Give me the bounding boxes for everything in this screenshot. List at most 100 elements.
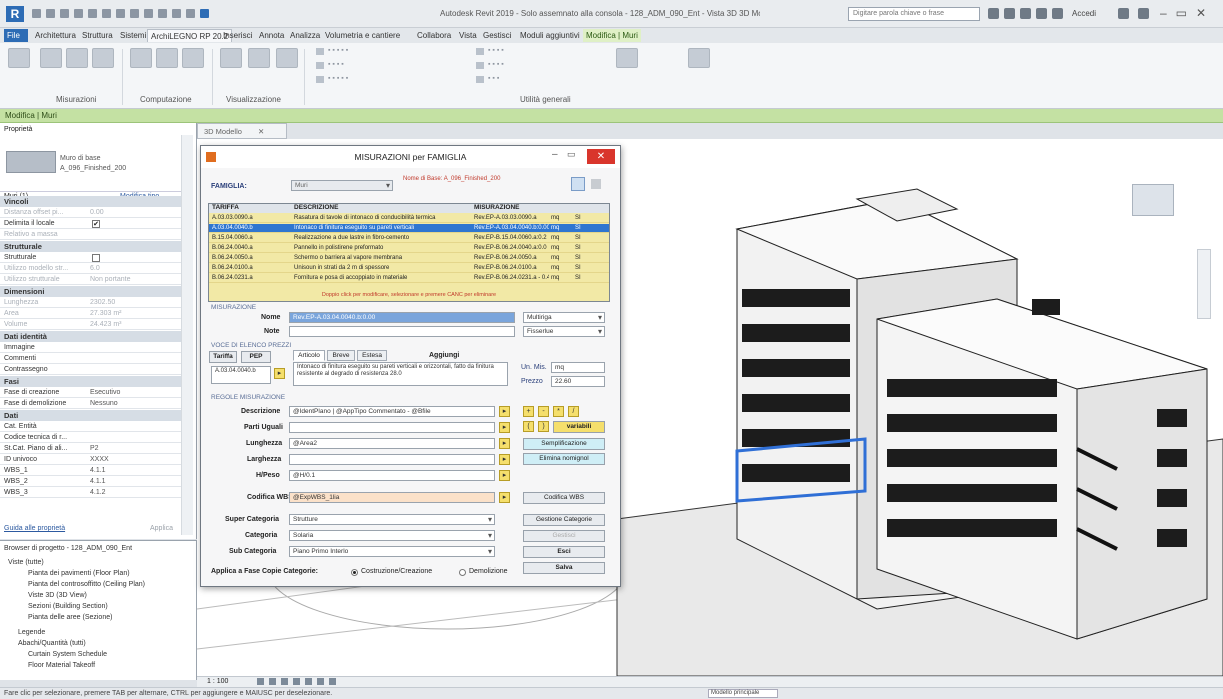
note-field[interactable] bbox=[289, 326, 515, 337]
salva-button[interactable]: Salva bbox=[523, 562, 605, 574]
tab-annota[interactable]: Annota bbox=[256, 29, 287, 42]
table-row[interactable]: B.06.24.0040.a Pannello in polistirene pr… bbox=[209, 244, 609, 253]
view-tab[interactable]: 3D Modello ✕ bbox=[197, 123, 287, 139]
cart-icon[interactable] bbox=[1118, 8, 1129, 19]
browser-item[interactable]: Abachi/Quantità (tutti) bbox=[18, 640, 86, 647]
refresh-icon[interactable] bbox=[571, 177, 585, 191]
user-icon[interactable] bbox=[1052, 8, 1063, 19]
tab-volumetria[interactable]: Volumetria e cantiere bbox=[322, 29, 403, 42]
radio-costruzione-label[interactable]: Costruzione/Creazione bbox=[361, 568, 432, 575]
prop-row[interactable]: Cat. Entità bbox=[0, 421, 181, 432]
lunghezza-picker[interactable]: ▸ bbox=[499, 438, 510, 449]
op-plus-button[interactable]: + bbox=[523, 406, 534, 417]
close-icon[interactable]: ✕ bbox=[258, 127, 264, 136]
section-dati-identita[interactable]: Dati identità bbox=[0, 331, 181, 342]
maximize-icon[interactable]: ▭ bbox=[567, 149, 576, 160]
aggiungi-button[interactable]: Aggiungi bbox=[429, 352, 459, 359]
sun-path-icon[interactable] bbox=[281, 678, 288, 685]
close-button[interactable]: ✕ bbox=[587, 149, 615, 164]
structural-checkbox[interactable] bbox=[92, 254, 100, 262]
col-misurazione[interactable]: MISURAZIONE bbox=[474, 204, 549, 211]
prop-row[interactable]: Contrassegno bbox=[0, 364, 181, 375]
open-icon[interactable] bbox=[32, 9, 41, 18]
op-open-paren-button[interactable]: ( bbox=[523, 421, 534, 432]
tab-file[interactable]: File bbox=[4, 29, 28, 42]
ribbon-option[interactable]: ▪ ▪ ▪ ▪ bbox=[316, 61, 456, 70]
categoria-select[interactable]: Solaria bbox=[289, 530, 495, 541]
hpeso-field[interactable]: @H/0.1 bbox=[289, 470, 495, 481]
pep-button[interactable]: PEP bbox=[241, 351, 271, 363]
prop-row[interactable]: WBS_2 4.1.1 bbox=[0, 476, 181, 487]
undo-icon[interactable] bbox=[74, 9, 83, 18]
tab-gestisci[interactable]: Gestisci bbox=[480, 29, 514, 42]
sign-in-label[interactable]: Accedi bbox=[1072, 9, 1096, 18]
voce-description[interactable]: Intonaco di finitura eseguito su pareti … bbox=[293, 362, 508, 386]
tab-breve[interactable]: Breve bbox=[327, 350, 355, 361]
sub-categoria-select[interactable]: Piano Primo Interlo bbox=[289, 546, 495, 557]
browser-item[interactable]: Floor Material Takeoff bbox=[28, 662, 95, 669]
prop-row[interactable]: WBS_3 4.1.2 bbox=[0, 487, 181, 498]
browser-item[interactable]: Viste (tutte) bbox=[8, 559, 44, 566]
measure-icon[interactable] bbox=[116, 9, 125, 18]
redo-icon[interactable] bbox=[88, 9, 97, 18]
esci-button[interactable]: Esci bbox=[523, 546, 605, 558]
radio-demolizione-label[interactable]: Demolizione bbox=[469, 568, 508, 575]
close-hidden-icon[interactable] bbox=[200, 9, 209, 18]
parti-picker[interactable]: ▸ bbox=[499, 422, 510, 433]
browser-item[interactable]: Pianta dei pavimenti (Floor Plan) bbox=[28, 570, 130, 577]
ribbon-option[interactable]: ▪ ▪ ▪ ▪ ▪ bbox=[316, 75, 456, 84]
scale-label[interactable]: 1 : 100 bbox=[207, 678, 228, 685]
section-icon[interactable] bbox=[172, 9, 181, 18]
home-icon[interactable] bbox=[1036, 8, 1047, 19]
viewcube-icon[interactable] bbox=[1132, 184, 1174, 216]
measure-tool-icon[interactable] bbox=[8, 48, 30, 68]
prop-row[interactable]: Codice tecnica di r... bbox=[0, 432, 181, 443]
dimension-icon[interactable] bbox=[130, 9, 139, 18]
tab-sistemi[interactable]: Sistemi bbox=[117, 29, 149, 42]
op-multiply-button[interactable]: * bbox=[553, 406, 564, 417]
larghezza-picker[interactable]: ▸ bbox=[499, 454, 510, 465]
codice-picker[interactable]: ▸ bbox=[499, 492, 510, 503]
radio-costruzione[interactable] bbox=[351, 569, 358, 576]
table-row[interactable]: B.06.24.0231.a Fornitura e posa di accopp… bbox=[209, 274, 609, 283]
tab-analizza[interactable]: Analizza bbox=[287, 29, 323, 42]
prop-row[interactable]: Fase di creazione Esecutivo bbox=[0, 387, 181, 398]
lunghezza-field[interactable]: @Area2 bbox=[289, 438, 495, 449]
prop-row[interactable]: Commenti bbox=[0, 353, 181, 364]
minimize-icon[interactable]: – bbox=[552, 149, 558, 160]
descrizione-picker[interactable]: ▸ bbox=[499, 406, 510, 417]
browser-item[interactable]: Pianta del controsoffitto (Ceiling Plan) bbox=[28, 581, 145, 588]
misurazioni-table[interactable]: TARIFFA DESCRIZIONE MISURAZIONE A.03.03.… bbox=[208, 203, 610, 302]
nome-field[interactable]: Rev.EP-A.03.04.0040.b:0.00 bbox=[289, 312, 515, 323]
table-row[interactable]: B.06.24.0100.a Unisoun in strati da 2 m d… bbox=[209, 264, 609, 273]
prop-row[interactable]: ID univoco XXXX bbox=[0, 454, 181, 465]
table-row-selected[interactable]: A.03.04.0040.b Intonaco di finitura esegu… bbox=[209, 224, 609, 233]
variabili-button[interactable]: variabili bbox=[553, 421, 605, 433]
3d-view-icon[interactable] bbox=[158, 9, 167, 18]
browser-item[interactable]: Curtain System Schedule bbox=[28, 651, 107, 658]
model-selector[interactable]: Modello principale bbox=[708, 689, 778, 698]
tab-vista[interactable]: Vista bbox=[456, 29, 480, 42]
export-icon[interactable] bbox=[130, 48, 152, 68]
properties-help-link[interactable]: Guida alle proprietà bbox=[4, 525, 65, 532]
parti-field[interactable] bbox=[289, 422, 495, 433]
thin-lines-icon[interactable] bbox=[186, 9, 195, 18]
settings-icon[interactable] bbox=[591, 179, 601, 189]
window-controls[interactable]: –▭✕ bbox=[1160, 6, 1215, 20]
tab-articolo[interactable]: Articolo bbox=[293, 350, 325, 361]
properties-scrollbar[interactable] bbox=[181, 135, 193, 535]
delete-measure-icon[interactable] bbox=[92, 48, 114, 68]
currency-icon[interactable] bbox=[616, 48, 638, 68]
calculator-icon[interactable] bbox=[688, 48, 710, 68]
section-strutturale[interactable]: Strutturale bbox=[0, 241, 181, 252]
tariffa-code-field[interactable]: A.03.04.0040.b bbox=[211, 366, 271, 384]
revit-logo-icon[interactable]: R bbox=[6, 6, 24, 22]
prop-row[interactable]: WBS_1 4.1.1 bbox=[0, 465, 181, 476]
report-icon[interactable] bbox=[182, 48, 204, 68]
section-dati[interactable]: Dati bbox=[0, 410, 181, 421]
room-bounding-checkbox[interactable]: ✔ bbox=[92, 220, 100, 228]
select-family-icon[interactable] bbox=[40, 48, 62, 68]
lock-view-icon[interactable] bbox=[317, 678, 324, 685]
op-divide-button[interactable]: / bbox=[568, 406, 579, 417]
tab-estesa[interactable]: Estesa bbox=[357, 350, 387, 361]
